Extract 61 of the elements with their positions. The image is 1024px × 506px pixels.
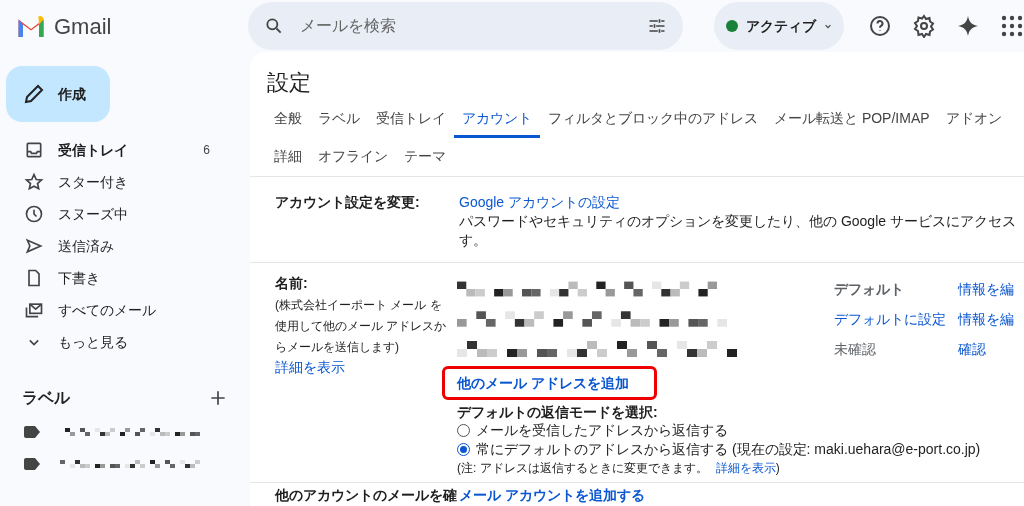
reply-note: (注: アドレスは返信するときに変更できます。 (457, 460, 708, 477)
nav-item[interactable]: すべてのメール (0, 294, 234, 326)
settings-tab[interactable]: ラベル (310, 101, 368, 138)
search-input[interactable]: メールを検索 (300, 14, 631, 38)
inbox-icon (24, 140, 44, 160)
account-description: パスワードやセキュリティのオプションを変更したり、他の Google サービスにアクセス (459, 212, 1016, 231)
add-address-link[interactable]: 他のメール アドレスを追加 (442, 366, 657, 400)
settings-tab[interactable]: 詳細 (266, 139, 310, 176)
search-field[interactable]: メールを検索 (248, 2, 683, 50)
account-description: す。 (459, 231, 488, 250)
settings-tab[interactable]: 受信トレイ (368, 101, 454, 138)
verify-link[interactable]: 確認 (958, 338, 986, 360)
reply-note-end: ) (775, 460, 780, 477)
nav-item[interactable]: もっと見る (0, 326, 234, 358)
app-name: Gmail (54, 12, 112, 41)
reply-mode-option: 常にデフォルトのアドレスから返信する (現在の設定: maki.uehara@e-port.co.jp) (476, 439, 981, 460)
status-button[interactable]: アクティブ (714, 2, 844, 50)
filter-sliders-icon[interactable] (647, 16, 667, 36)
edit-info-link[interactable]: 情報を編 (958, 308, 1014, 330)
address-status: デフォルト (834, 279, 905, 299)
google-account-link[interactable]: Google アカウントの設定 (459, 193, 621, 212)
add-icon[interactable] (208, 388, 228, 408)
nav-item[interactable]: スター付き (0, 166, 234, 198)
gmail-logo-icon (16, 15, 46, 37)
send-icon (24, 236, 44, 256)
reply-details-link[interactable]: 詳細を表示 (715, 459, 776, 477)
reply-mode-heading: デフォルトの返信モードを選択: (457, 403, 659, 421)
settings-tab[interactable]: オフライン (310, 139, 396, 176)
set-default-link[interactable]: デフォルトに設定 (834, 308, 958, 330)
settings-tab[interactable]: アドオン (937, 101, 1010, 138)
caret-icon (824, 22, 832, 30)
label-tag-icon[interactable] (24, 458, 40, 470)
compose-button[interactable]: 作成 (6, 66, 110, 122)
account-settings-label: アカウント設定を変更: (275, 193, 421, 212)
mail-stack-icon (24, 300, 44, 320)
details-link[interactable]: 詳細を表示 (275, 358, 345, 377)
help-icon[interactable] (868, 14, 892, 38)
check-mail-label: 他のアカウントのメールを確 (275, 486, 458, 505)
settings-tab[interactable]: 全般 (266, 101, 310, 138)
label-tag-icon[interactable] (24, 426, 40, 438)
nav-item[interactable]: 送信済み (0, 230, 234, 262)
clock-icon (24, 204, 44, 224)
name-label: 名前: (275, 274, 309, 293)
name-note: (株式会社イーポート メール を使用して他のメール アドレスからメールを送信します) (275, 297, 448, 356)
settings-tab[interactable]: フィルタとブロック中のアドレス (540, 101, 766, 138)
add-mail-account-link[interactable]: メール アカウントを追加する (459, 485, 645, 506)
nav-item[interactable]: 受信トレイ 6 (0, 134, 234, 166)
settings-icon[interactable] (912, 14, 936, 38)
apps-grid-icon[interactable] (1000, 14, 1024, 38)
settings-tab[interactable]: アカウント (454, 101, 540, 138)
page-title: 設定 (266, 69, 312, 97)
nav-item[interactable]: 下書き (0, 262, 234, 294)
pencil-icon (22, 82, 46, 106)
settings-tab[interactable]: メール転送と POP/IMAP (766, 101, 938, 138)
reply-mode-option: メールを受信したアドレスから返信する (476, 420, 728, 441)
edit-info-link[interactable]: 情報を編 (958, 278, 1014, 300)
address-status: 未確認 (834, 339, 877, 359)
labels-heading: ラベル (22, 388, 71, 408)
star-icon (24, 172, 44, 192)
nav-item[interactable]: スヌーズ中 (0, 198, 234, 230)
settings-tab[interactable]: テーマ (396, 139, 454, 176)
